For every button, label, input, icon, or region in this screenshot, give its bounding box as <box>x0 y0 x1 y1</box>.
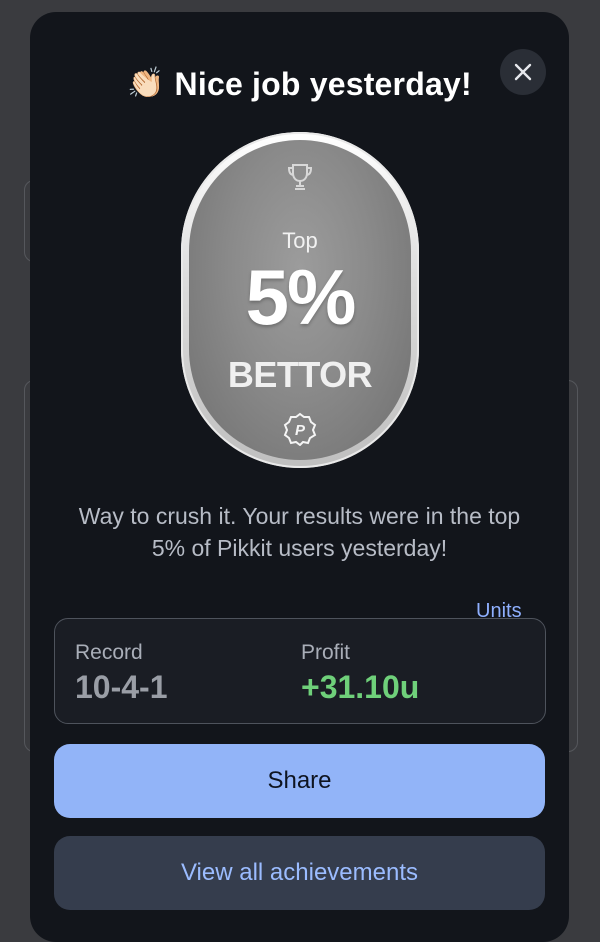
modal-header: 👏🏻 Nice job yesterday! <box>30 56 569 112</box>
pikkit-logo-icon: P <box>283 412 317 446</box>
badge-face: Top 5% BETTOR P <box>189 140 411 460</box>
profit-value: +31.10u <box>301 669 420 705</box>
clapping-hands-icon: 👏🏻 <box>127 67 165 100</box>
close-button[interactable] <box>500 49 546 95</box>
share-button[interactable]: Share <box>54 744 545 818</box>
record-label: Record <box>75 641 143 664</box>
modal-title: Nice job yesterday! <box>174 65 472 102</box>
achievement-modal: 👏🏻 Nice job yesterday! Top 5% BETTOR P W… <box>30 12 569 942</box>
badge-percent: 5% <box>245 253 357 341</box>
badge-bettor-label: BETTOR <box>227 354 373 395</box>
trophy-icon <box>287 164 313 190</box>
record-value: 10-4-1 <box>75 669 168 705</box>
badge-top-label: Top <box>282 228 318 253</box>
stats-card: Record 10-4-1 Profit +31.10u <box>54 618 546 724</box>
view-all-achievements-button[interactable]: View all achievements <box>54 836 545 910</box>
logo-letter: P <box>295 422 306 439</box>
close-icon <box>514 63 532 81</box>
top-bettor-badge: Top 5% BETTOR P <box>181 132 419 468</box>
achievement-description: Way to crush it. Your results were in th… <box>78 503 521 561</box>
profit-label: Profit <box>301 641 351 664</box>
